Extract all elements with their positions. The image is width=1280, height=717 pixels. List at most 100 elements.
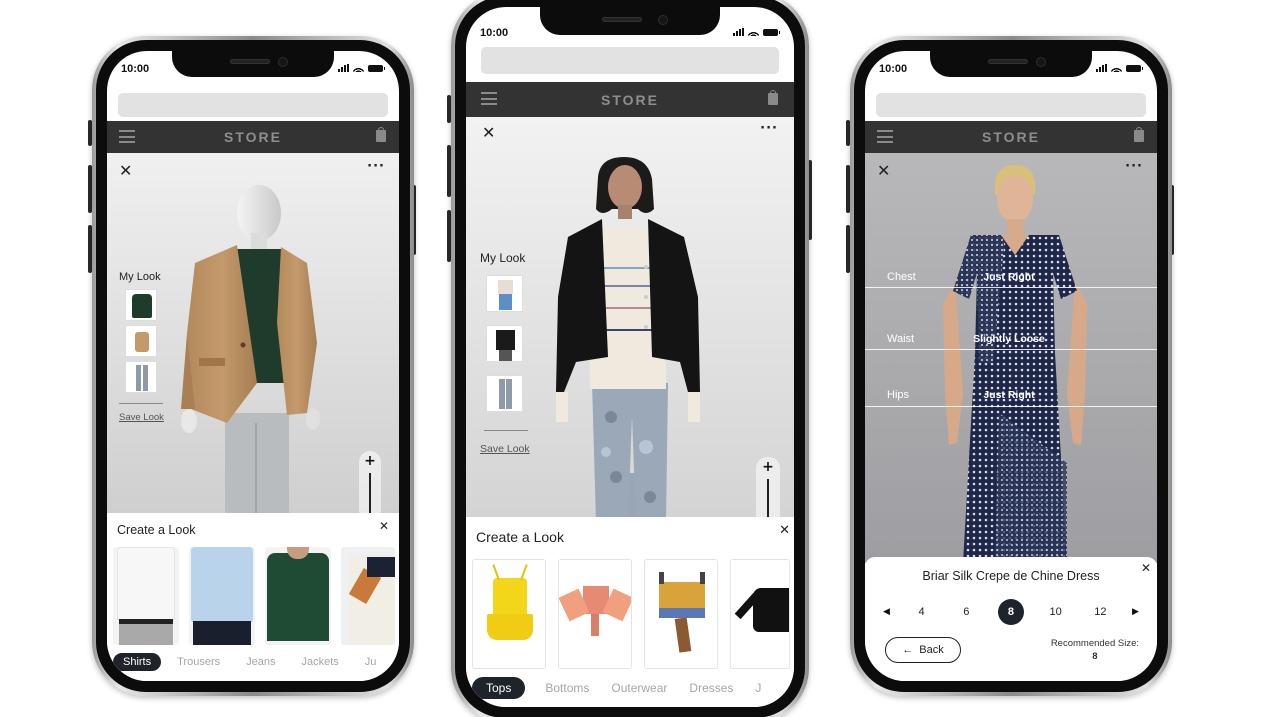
my-look-label: My Look — [119, 271, 161, 283]
save-look-link[interactable]: Save Look — [480, 443, 530, 455]
category-tab-jeans[interactable]: Jeans — [236, 653, 285, 671]
zoom-in-icon[interactable]: + — [756, 459, 780, 475]
status-time: 10:00 — [879, 63, 908, 75]
save-look-link[interactable]: Save Look — [119, 412, 164, 423]
store-header: STORE — [466, 82, 794, 117]
product-card[interactable] — [472, 559, 546, 669]
category-tab-more[interactable]: J — [745, 678, 771, 698]
store-header: STORE — [107, 121, 399, 153]
my-look-item-grey-trousers[interactable] — [125, 361, 157, 393]
my-look-item-green-polo[interactable] — [125, 289, 157, 321]
zoom-in-icon[interactable]: + — [359, 453, 381, 469]
size-option-4[interactable]: 4 — [909, 599, 935, 625]
phone-2: 10:00 STORE ✕ ··· My Look Save Look + Cr… — [451, 0, 809, 717]
zoom-track[interactable] — [369, 473, 371, 513]
3d-viewer[interactable]: ✕ ··· — [107, 153, 399, 513]
size-option-12[interactable]: 12 — [1087, 599, 1113, 625]
category-tab-outerwear[interactable]: Outerwear — [601, 678, 677, 698]
status-time: 10:00 — [121, 63, 150, 75]
close-sheet-icon[interactable]: ✕ — [379, 519, 389, 533]
fit-area-hips: Hips — [887, 389, 910, 401]
more-options-icon[interactable]: ··· — [760, 121, 778, 136]
url-bar[interactable] — [876, 93, 1146, 117]
product-card[interactable] — [113, 547, 179, 645]
size-option-8-selected[interactable]: 8 — [997, 599, 1024, 625]
my-look-item-striped-sweater[interactable] — [486, 275, 523, 312]
category-tab-trousers[interactable]: Trousers — [167, 653, 230, 671]
store-title: STORE — [982, 129, 1040, 145]
category-tabs: Shirts Trousers Jeans Jackets Ju — [113, 653, 392, 671]
3d-viewer[interactable]: ✕ ··· — [466, 117, 794, 517]
notch — [540, 7, 720, 35]
hamburger-menu-icon[interactable] — [481, 92, 497, 105]
mannequin-figure — [181, 185, 320, 513]
shopping-bag-icon[interactable] — [376, 127, 386, 142]
my-look-panel: My Look Save Look — [119, 271, 164, 423]
category-tab-shirts[interactable]: Shirts — [113, 653, 162, 671]
more-options-icon[interactable]: ··· — [1125, 159, 1143, 174]
phone-2-screen: 10:00 STORE ✕ ··· My Look Save Look + Cr… — [466, 7, 794, 707]
size-option-6[interactable]: 6 — [953, 599, 979, 625]
back-button[interactable]: ← Back — [885, 637, 961, 663]
product-card[interactable] — [189, 547, 255, 645]
battery-icon — [1126, 65, 1143, 72]
3d-viewer[interactable]: ✕ ··· — [865, 153, 1157, 563]
signal-icon — [733, 28, 744, 36]
url-bar[interactable] — [481, 47, 779, 74]
status-time: 10:00 — [480, 27, 509, 39]
category-tab-jackets[interactable]: Jackets — [291, 653, 348, 671]
url-bar[interactable] — [118, 93, 388, 117]
recommended-size-value: 8 — [1092, 651, 1098, 662]
size-selector: ◀ 4 6 8 10 12 ▶ — [883, 599, 1139, 625]
product-carousel[interactable] — [113, 547, 395, 645]
fit-line-waist — [865, 349, 1157, 350]
my-look-item-camo-pants[interactable] — [486, 375, 523, 412]
close-icon[interactable]: ✕ — [877, 163, 890, 179]
avatar-figure — [556, 157, 700, 517]
close-icon[interactable]: ✕ — [482, 125, 495, 141]
close-icon[interactable]: ✕ — [119, 163, 132, 179]
signal-icon — [1096, 64, 1107, 72]
shopping-bag-icon[interactable] — [768, 90, 778, 105]
close-size-panel-icon[interactable]: ✕ — [1141, 561, 1151, 575]
zoom-slider[interactable]: + — [359, 451, 381, 513]
divider — [484, 430, 528, 431]
sheet-title: Create a Look — [117, 523, 196, 537]
product-card[interactable] — [644, 559, 718, 669]
my-look-item-tan-blazer[interactable] — [125, 325, 157, 357]
size-prev-arrow-icon[interactable]: ◀ — [883, 607, 890, 617]
category-tab-bottoms[interactable]: Bottoms — [535, 678, 599, 698]
zoom-track[interactable] — [767, 479, 769, 517]
notch — [172, 51, 334, 77]
category-tab-more[interactable]: Ju — [355, 653, 387, 671]
battery-icon — [763, 29, 780, 36]
zoom-slider[interactable]: + — [756, 457, 780, 517]
category-tab-tops[interactable]: Tops — [472, 677, 526, 699]
hamburger-menu-icon[interactable] — [877, 130, 893, 143]
wifi-icon — [1111, 64, 1122, 72]
product-card[interactable] — [558, 559, 632, 669]
hamburger-menu-icon[interactable] — [119, 130, 135, 143]
category-tab-dresses[interactable]: Dresses — [679, 678, 743, 698]
product-card[interactable] — [730, 559, 790, 669]
my-look-panel: My Look Save Look — [480, 251, 530, 455]
size-panel: Briar Silk Crepe de Chine Dress ✕ ◀ 4 6 … — [865, 557, 1157, 681]
store-header: STORE — [865, 121, 1157, 153]
close-sheet-icon[interactable]: ✕ — [779, 523, 790, 538]
phone-1-screen: 10:00 STORE ✕ ··· My Look Save Look + Cr… — [107, 51, 399, 681]
phone-3: 10:00 STORE ✕ ··· Chest Just Right Waist… — [850, 36, 1172, 696]
size-option-10[interactable]: 10 — [1043, 599, 1069, 625]
phone-3-screen: 10:00 STORE ✕ ··· Chest Just Right Waist… — [865, 51, 1157, 681]
product-card[interactable] — [341, 547, 395, 645]
battery-icon — [368, 65, 385, 72]
shopping-bag-icon[interactable] — [1134, 127, 1144, 142]
phone-1: 10:00 STORE ✕ ··· My Look Save Look + Cr… — [92, 36, 414, 696]
product-carousel[interactable] — [472, 559, 790, 669]
product-card[interactable] — [265, 547, 331, 645]
my-look-item-black-jacket[interactable] — [486, 325, 523, 362]
size-next-arrow-icon[interactable]: ▶ — [1132, 607, 1139, 617]
fit-area-chest: Chest — [887, 271, 916, 283]
more-options-icon[interactable]: ··· — [367, 159, 385, 174]
store-title: STORE — [601, 91, 659, 108]
divider — [119, 403, 163, 404]
